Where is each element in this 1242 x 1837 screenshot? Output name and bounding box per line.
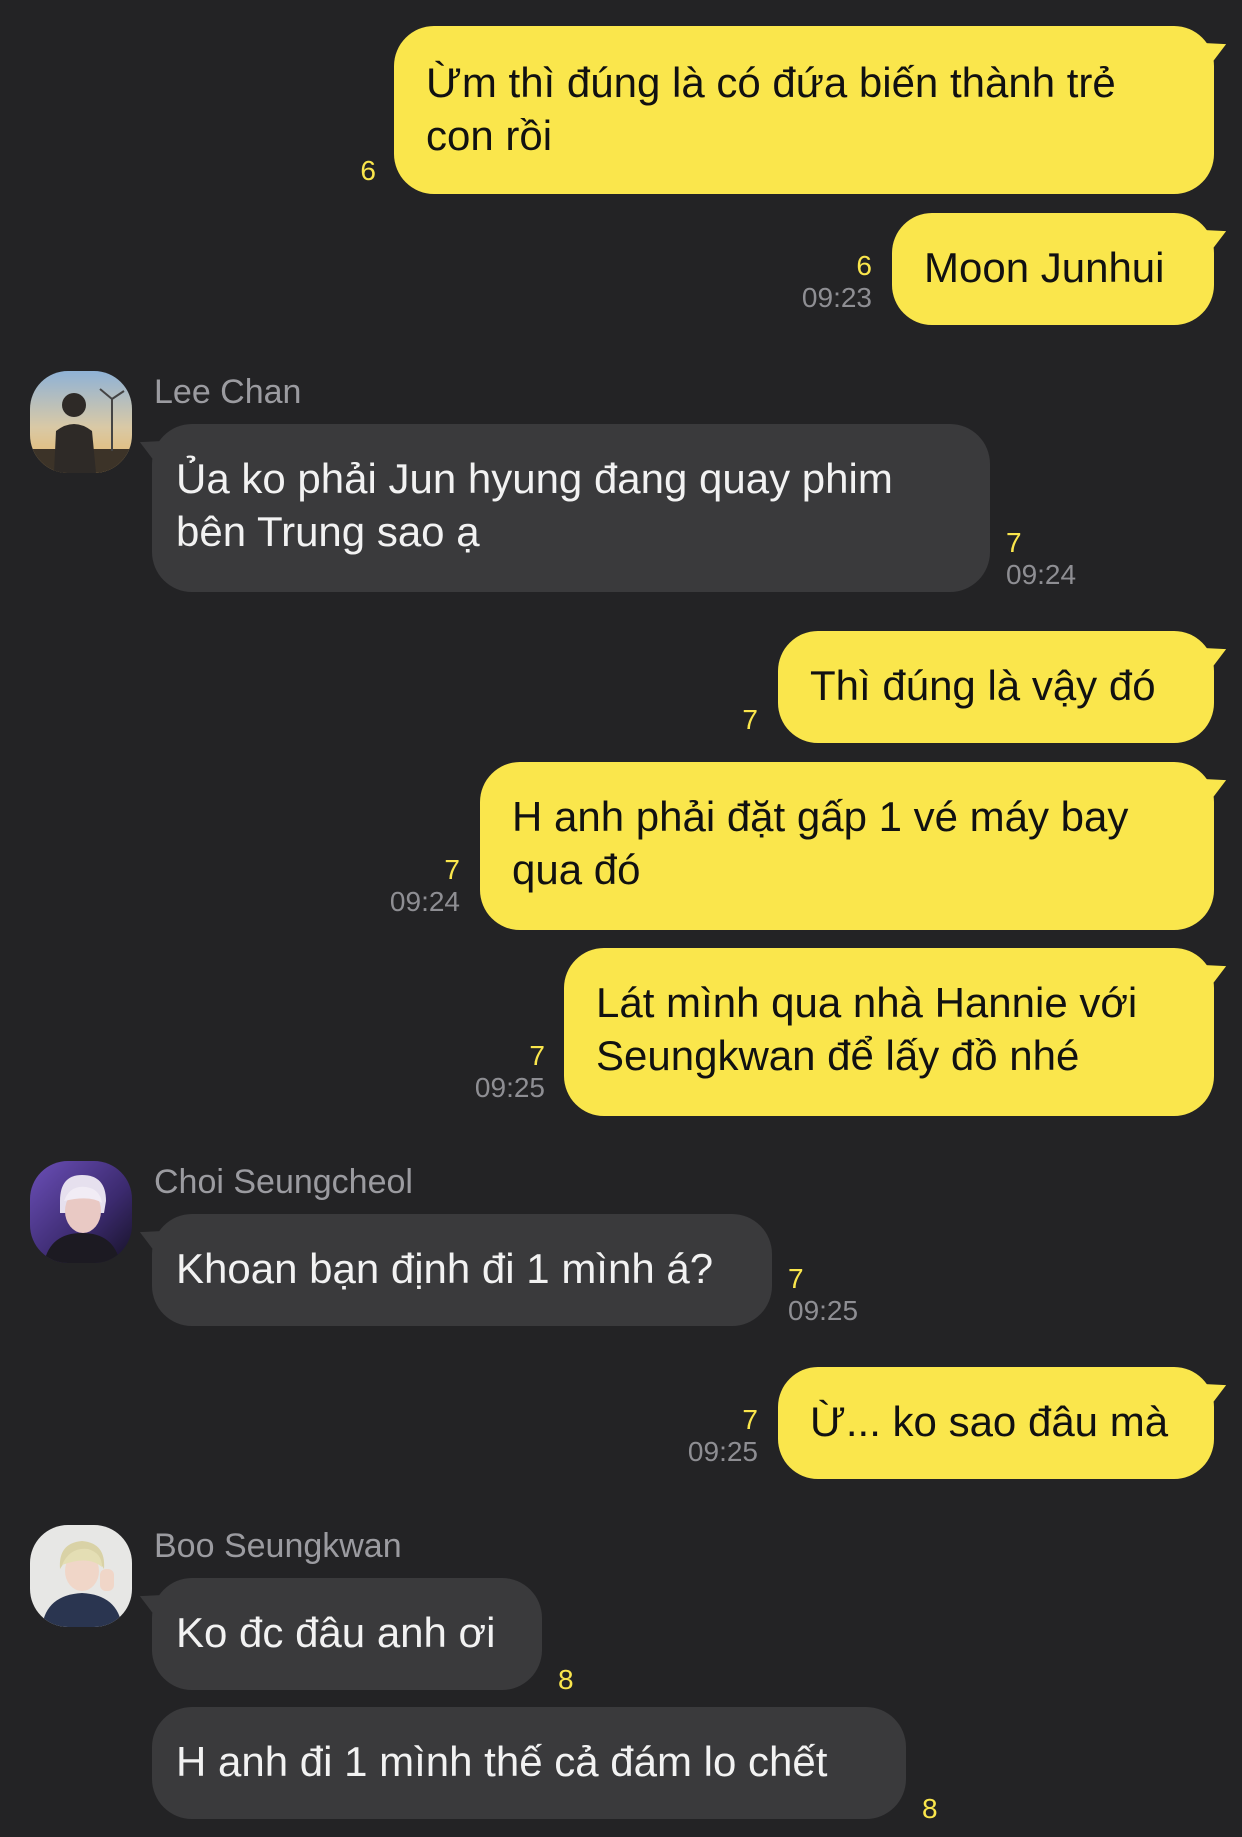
message-text: Khoan bạn định đi 1 mình á?	[176, 1245, 714, 1292]
message-text: Ko đc đâu anh ơi	[176, 1609, 496, 1656]
timestamp: 09:24	[389, 886, 460, 917]
message-text: Moon Junhui	[924, 244, 1165, 291]
message-meta: 6 09:23	[752, 250, 872, 314]
message-bubble-incoming[interactable]: Ủa ko phải Jun hyung đang quay phim bên …	[152, 424, 990, 592]
message-meta: 8	[922, 1793, 1002, 1825]
sender-name: Choi Seungcheol	[154, 1163, 413, 1201]
unread-count: 6	[360, 155, 376, 186]
message-bubble-outgoing[interactable]: Ừ... ko sao đâu mà	[778, 1367, 1214, 1479]
message-bubble-incoming[interactable]: H anh đi 1 mình thế cả đám lo chết	[152, 1707, 906, 1819]
message-meta: 7 09:25	[788, 1263, 908, 1327]
message-bubble-incoming[interactable]: Khoan bạn định đi 1 mình á?	[152, 1214, 772, 1326]
message-bubble-outgoing[interactable]: Thì đúng là vậy đó	[778, 631, 1214, 743]
unread-count: 8	[922, 1793, 938, 1824]
unread-count: 7	[1006, 527, 1022, 558]
message-text: Ừ... ko sao đâu mà	[810, 1398, 1169, 1445]
avatar[interactable]	[30, 1161, 132, 1263]
message-meta: 7 09:25	[638, 1404, 758, 1468]
message-meta: 8	[558, 1664, 638, 1696]
sender-name: Boo Seungkwan	[154, 1527, 402, 1565]
message-bubble-outgoing[interactable]: Ừm thì đúng là có đứa biến thành trẻ con…	[394, 26, 1214, 194]
unread-count: 8	[558, 1664, 574, 1695]
message-meta: 7	[678, 704, 758, 736]
timestamp: 09:24	[1006, 559, 1077, 590]
message-bubble-outgoing[interactable]: H anh phải đặt gấp 1 vé máy bay qua đó	[480, 762, 1214, 930]
message-text: Ủa ko phải Jun hyung đang quay phim bên …	[176, 455, 893, 555]
message-meta: 7 09:24	[340, 854, 460, 918]
unread-count: 6	[856, 250, 872, 281]
unread-count: 7	[444, 854, 460, 885]
message-text: Thì đúng là vậy đó	[810, 662, 1156, 709]
message-meta: 7 09:25	[425, 1040, 545, 1104]
message-bubble-outgoing[interactable]: Moon Junhui	[892, 213, 1214, 325]
timestamp: 09:23	[801, 282, 872, 313]
avatar[interactable]	[30, 371, 132, 473]
timestamp: 09:25	[788, 1295, 859, 1326]
message-bubble-incoming[interactable]: Ko đc đâu anh ơi	[152, 1578, 542, 1690]
message-text: Ừm thì đúng là có đứa biến thành trẻ con…	[426, 59, 1116, 159]
unread-count: 7	[788, 1263, 804, 1294]
chat-view[interactable]: Ừm thì đúng là có đứa biến thành trẻ con…	[0, 0, 1242, 1837]
timestamp: 09:25	[687, 1436, 758, 1467]
unread-count: 7	[742, 704, 758, 735]
message-meta: 7 09:24	[1006, 527, 1126, 591]
message-text: H anh phải đặt gấp 1 vé máy bay qua đó	[512, 793, 1129, 893]
message-bubble-outgoing[interactable]: Lát mình qua nhà Hannie với Seungkwan để…	[564, 948, 1214, 1116]
timestamp: 09:25	[474, 1072, 545, 1103]
message-meta: 6	[296, 155, 376, 187]
message-text: Lát mình qua nhà Hannie với Seungkwan để…	[596, 979, 1138, 1079]
unread-count: 7	[529, 1040, 545, 1071]
message-text: H anh đi 1 mình thế cả đám lo chết	[176, 1738, 828, 1785]
sender-name: Lee Chan	[154, 373, 302, 411]
avatar[interactable]	[30, 1525, 132, 1627]
unread-count: 7	[742, 1404, 758, 1435]
